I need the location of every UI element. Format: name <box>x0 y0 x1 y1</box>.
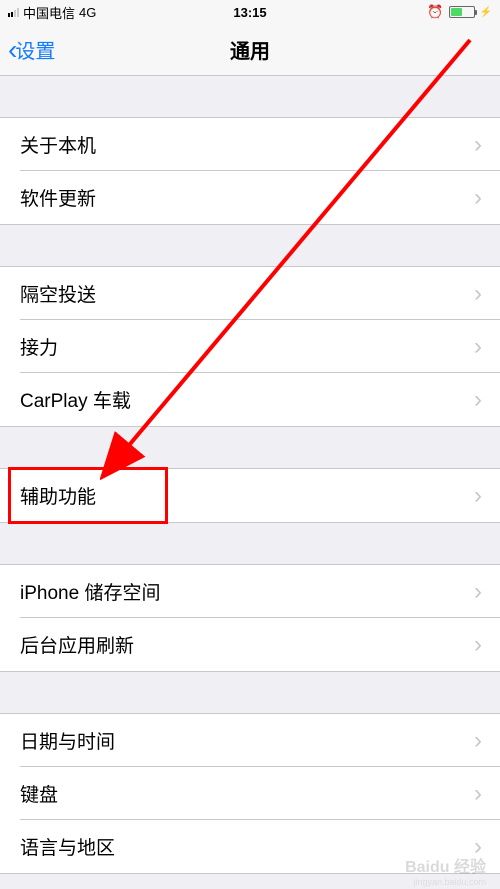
item-label: 隔空投送 <box>20 280 96 307</box>
watermark: Baidu 经验 <box>405 853 486 877</box>
chevron-right-icon: › <box>474 482 482 510</box>
status-right: ⏰ ⚡ <box>427 4 492 20</box>
battery-icon <box>449 6 475 18</box>
status-time: 13:15 <box>233 5 266 20</box>
chevron-right-icon: › <box>474 780 482 808</box>
list-group-2: 隔空投送 › 接力 › CarPlay 车载 › <box>0 266 500 427</box>
item-label: 键盘 <box>20 780 58 807</box>
item-background-refresh[interactable]: 后台应用刷新 › <box>0 618 500 671</box>
chevron-right-icon: › <box>474 578 482 606</box>
back-label: 设置 <box>15 35 55 64</box>
item-label: 日期与时间 <box>20 727 115 754</box>
carrier-label: 中国电信 <box>23 3 75 22</box>
item-date-time[interactable]: 日期与时间 › <box>0 714 500 767</box>
list-group-5: 日期与时间 › 键盘 › 语言与地区 › <box>0 713 500 874</box>
item-storage[interactable]: iPhone 储存空间 › <box>0 565 500 618</box>
item-label: 软件更新 <box>20 184 96 211</box>
chevron-right-icon: › <box>474 184 482 212</box>
watermark-sub: jingyan.baidu.com <box>413 877 486 887</box>
chevron-right-icon: › <box>474 631 482 659</box>
list-group-3: 辅助功能 › <box>0 468 500 523</box>
status-left: 中国电信 4G <box>8 3 96 22</box>
item-label: 关于本机 <box>20 131 96 158</box>
chevron-right-icon: › <box>474 280 482 308</box>
charging-icon: ⚡ <box>480 7 492 18</box>
item-label: iPhone 储存空间 <box>20 578 160 605</box>
item-airdrop[interactable]: 隔空投送 › <box>0 267 500 320</box>
alarm-icon: ⏰ <box>427 4 443 20</box>
signal-icon <box>8 7 19 17</box>
item-about[interactable]: 关于本机 › <box>0 118 500 171</box>
list-group-1: 关于本机 › 软件更新 › <box>0 117 500 225</box>
item-handoff[interactable]: 接力 › <box>0 320 500 373</box>
item-accessibility[interactable]: 辅助功能 › <box>0 469 500 522</box>
item-label: CarPlay 车载 <box>20 386 131 413</box>
list-group-4: iPhone 储存空间 › 后台应用刷新 › <box>0 564 500 672</box>
status-bar: 中国电信 4G 13:15 ⏰ ⚡ <box>0 0 500 24</box>
chevron-right-icon: › <box>474 386 482 414</box>
chevron-right-icon: › <box>474 333 482 361</box>
chevron-right-icon: › <box>474 727 482 755</box>
item-label: 后台应用刷新 <box>20 631 134 658</box>
nav-bar: ‹ 设置 通用 <box>0 24 500 76</box>
item-software-update[interactable]: 软件更新 › <box>0 171 500 224</box>
chevron-right-icon: › <box>474 131 482 159</box>
page-title: 通用 <box>230 35 270 64</box>
network-label: 4G <box>79 5 96 20</box>
item-keyboard[interactable]: 键盘 › <box>0 767 500 820</box>
item-label: 接力 <box>20 333 58 360</box>
item-carplay[interactable]: CarPlay 车载 › <box>0 373 500 426</box>
item-label: 辅助功能 <box>20 482 96 509</box>
back-button[interactable]: ‹ 设置 <box>0 35 55 64</box>
item-label: 语言与地区 <box>20 833 115 860</box>
